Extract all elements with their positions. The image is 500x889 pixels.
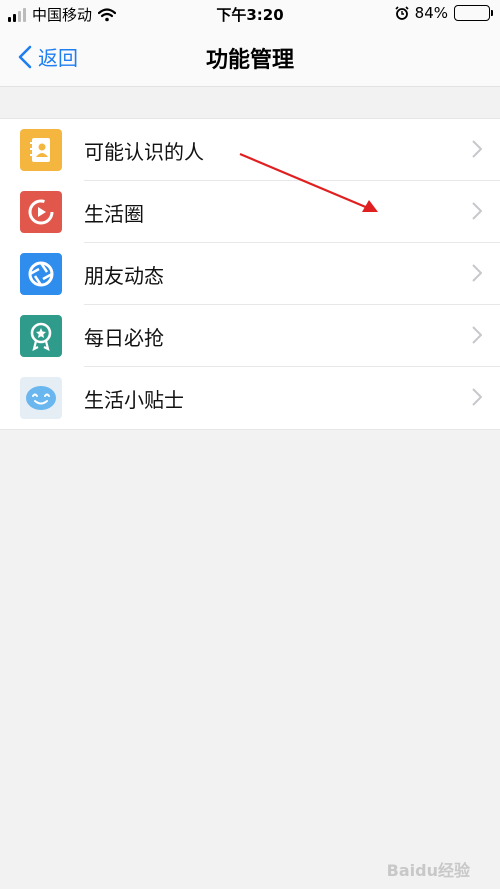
navigation-bar: 返回 功能管理 [0, 28, 500, 87]
item-label: 生活圈 [84, 202, 144, 226]
battery-icon [454, 5, 493, 21]
watermark: Baidu经验 [386, 861, 470, 880]
list-item-friend-feed[interactable]: 朋友动态 [0, 243, 500, 305]
chevron-right-icon [472, 326, 482, 344]
chevron-right-icon [472, 264, 482, 282]
contacts-book-icon [20, 129, 62, 171]
item-label: 每日必抢 [84, 326, 164, 350]
battery-percent: 84% [414, 4, 448, 22]
chevron-right-icon [472, 202, 482, 220]
chevron-right-icon [472, 140, 482, 158]
alarm-clock-icon [395, 6, 409, 20]
chevron-right-icon [472, 388, 482, 406]
daily-deal-badge-icon [20, 315, 62, 357]
status-right: 84% [395, 4, 493, 22]
page-title: 功能管理 [205, 48, 294, 73]
annotation-arrow-icon [239, 152, 378, 212]
status-bar: 中国移动 下午3:20 84% [0, 0, 500, 28]
list-item-daily-deal[interactable]: 每日必抢 [0, 305, 500, 367]
list-item-life-tips[interactable]: 生活小贴士 [0, 367, 500, 429]
item-label: 可能认识的人 [84, 140, 204, 164]
life-tips-smiley-icon [20, 377, 62, 419]
life-circle-play-icon [20, 191, 62, 233]
item-label: 生活小贴士 [84, 388, 184, 412]
item-label: 朋友动态 [84, 264, 164, 288]
friend-feed-aperture-icon [20, 253, 62, 295]
